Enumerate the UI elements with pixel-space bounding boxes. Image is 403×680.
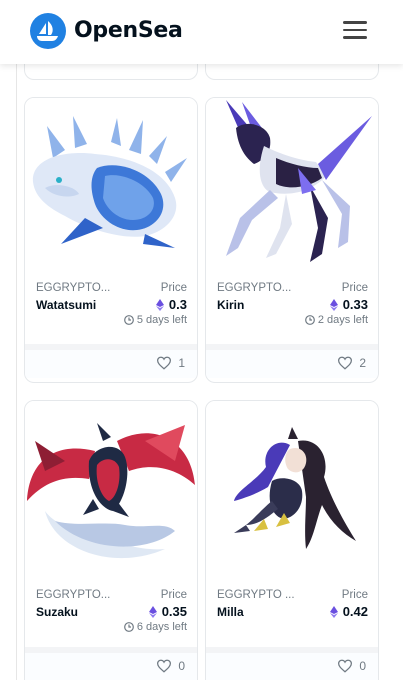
like-count: 0 [359, 659, 366, 673]
nft-name[interactable]: Watatsumi [36, 298, 96, 312]
clock-icon [123, 315, 134, 325]
card-footer: 0 [25, 647, 197, 680]
price-value: 0.35 [148, 604, 187, 619]
nft-card[interactable]: EGGRYPTO... Price Watatsumi 0.3 5 days l… [24, 97, 198, 383]
price-label: Price [341, 589, 368, 601]
scroll-divider [16, 64, 17, 680]
heart-icon [157, 659, 172, 673]
hamburger-menu-icon[interactable] [343, 21, 367, 41]
eth-icon [155, 298, 164, 311]
nft-image[interactable] [25, 401, 197, 569]
like-count: 1 [178, 356, 185, 370]
nft-card[interactable]: EGGRYPTO... Price Suzaku 0.35 6 days lef… [24, 400, 198, 680]
nft-name[interactable]: Suzaku [36, 605, 78, 619]
price-value: 0.3 [155, 297, 187, 312]
nft-image[interactable] [206, 401, 378, 569]
price-value: 0.33 [329, 297, 368, 312]
like-button[interactable]: 1 [156, 356, 185, 370]
like-count: 2 [359, 356, 366, 370]
eth-icon [329, 298, 338, 311]
nft-card[interactable]: EGGRYPTO ... Price Milla 0.42 0 [205, 400, 379, 680]
brand-name[interactable]: OpenSea [74, 18, 183, 43]
collection-name[interactable]: EGGRYPTO... [36, 589, 110, 601]
price-label: Price [341, 282, 368, 294]
card-footer: 2 [206, 344, 378, 378]
nft-name[interactable]: Milla [217, 605, 244, 619]
price-label: Price [160, 589, 187, 601]
nft-image[interactable] [25, 98, 197, 266]
heart-icon [157, 356, 172, 370]
time-left: 5 days left [123, 314, 187, 326]
like-button[interactable]: 0 [156, 659, 185, 673]
heart-icon [338, 659, 353, 673]
nft-image[interactable] [206, 98, 378, 266]
time-left: 6 days left [123, 621, 187, 633]
price-label: Price [160, 282, 187, 294]
card-info: EGGRYPTO... Price Watatsumi 0.3 5 days l… [25, 270, 197, 344]
like-count: 0 [178, 659, 185, 673]
card-footer: 0 [206, 647, 378, 680]
collection-name[interactable]: EGGRYPTO... [36, 282, 110, 294]
time-left: 2 days left [304, 314, 368, 326]
opensea-logo-icon[interactable] [30, 13, 66, 49]
clock-icon [123, 622, 134, 632]
card-info: EGGRYPTO ... Price Milla 0.42 [206, 577, 378, 651]
eth-icon [148, 605, 157, 618]
collection-name[interactable]: EGGRYPTO... [217, 282, 291, 294]
eth-icon [329, 605, 338, 618]
nft-card[interactable]: EGGRYPTO... Price Kirin 0.33 2 days left… [205, 97, 379, 383]
clock-icon [304, 315, 315, 325]
nft-name[interactable]: Kirin [217, 298, 244, 312]
like-button[interactable]: 2 [337, 356, 366, 370]
card-info: EGGRYPTO... Price Kirin 0.33 2 days left [206, 270, 378, 344]
price-value: 0.42 [329, 604, 368, 619]
like-button[interactable]: 0 [337, 659, 366, 673]
heart-icon [338, 356, 353, 370]
top-navbar: OpenSea [0, 0, 403, 64]
collection-name[interactable]: EGGRYPTO ... [217, 589, 295, 601]
card-info: EGGRYPTO... Price Suzaku 0.35 6 days lef… [25, 577, 197, 651]
card-footer: 1 [25, 344, 197, 378]
